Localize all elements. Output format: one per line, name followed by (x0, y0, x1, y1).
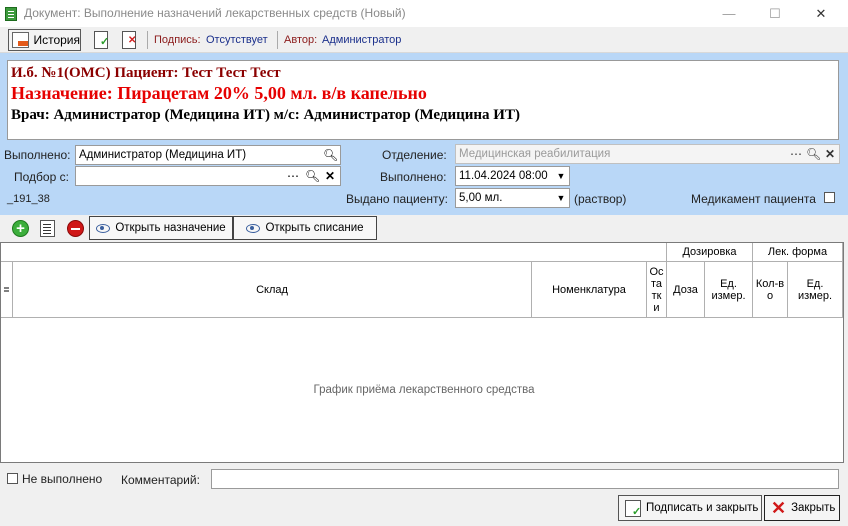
not-done-label: Не выполнено (22, 472, 103, 486)
signature-label: Подпись: (154, 34, 201, 46)
performed-date-field[interactable]: 11.04.2024 08:00 ▼ (455, 166, 570, 186)
not-done-checkbox[interactable] (7, 473, 18, 484)
data-grid[interactable]: Дозировка Лек. форма ≣ Склад Номенклатур… (0, 242, 844, 463)
close-label: Закрыть (791, 502, 836, 514)
remove-icon[interactable] (67, 220, 84, 237)
eye-icon (96, 223, 111, 233)
signature-value: Отсутствует (206, 34, 268, 46)
history-label: История (33, 33, 80, 47)
edit-list-icon[interactable] (40, 220, 55, 237)
grid-header-spacer (1, 243, 667, 262)
performed-date-value: 11.04.2024 08:00 (459, 170, 548, 182)
column-form-unit[interactable]: Ед. измер. (788, 262, 843, 318)
close-button[interactable]: ✕ Закрыть (764, 495, 840, 521)
doctor-nurse-line: Врач: Администратор (Медицина ИТ) м/с: А… (11, 107, 520, 123)
row-selector-icon[interactable]: ≣ (1, 262, 13, 318)
column-remains[interactable]: Ос та тк и (647, 262, 667, 318)
window-title: Документ: Выполнение назначений лекарств… (24, 6, 406, 20)
grid-empty-text: График приёма лекарственного средства (313, 384, 535, 396)
department-value: Медицинская реабилитация (459, 148, 611, 160)
given-unit: (раствор) (574, 192, 627, 206)
group-form-header: Лек. форма (753, 243, 843, 262)
selection-label: Подбор с: (14, 170, 69, 184)
search-icon[interactable]: 🔍︎ (323, 146, 338, 164)
column-dose[interactable]: Доза (667, 262, 705, 318)
performed-by-value: Администратор (Медицина ИТ) (79, 149, 247, 161)
comment-label: Комментарий: (121, 473, 200, 487)
column-nomenclature[interactable]: Номенклатура (532, 262, 647, 318)
search-icon[interactable]: 🔍︎ (806, 145, 821, 163)
history-button[interactable]: История (8, 29, 81, 51)
selection-field[interactable]: ⋯ 🔍︎ ✕ (75, 166, 341, 186)
open-prescription-button[interactable]: Открыть назначение (89, 216, 233, 240)
prescription-line: Назначение: Пирацетам 20% 5,00 мл. в/в к… (11, 83, 427, 103)
open-writeoff-button[interactable]: Открыть списание (233, 216, 377, 240)
column-quantity[interactable]: Кол-в о (753, 262, 788, 318)
clear-icon[interactable]: ✕ (823, 145, 837, 163)
patient-medication-label: Медикамент пациента (691, 192, 816, 206)
eye-icon (246, 223, 261, 233)
ellipsis-icon[interactable]: ⋯ (789, 145, 803, 163)
group-dosage-header: Дозировка (667, 243, 753, 262)
given-label: Выдано пациенту: (346, 192, 448, 206)
maximize-button[interactable]: ☐ (752, 0, 798, 27)
given-value: 5,00 мл. (459, 192, 503, 204)
performed-date-label: Выполнено: (380, 170, 447, 184)
sign-document-icon[interactable] (94, 31, 109, 49)
case-patient-line: И.б. №1(ОМС) Пациент: Тест Тест Тест (11, 65, 281, 81)
author-label: Автор: (284, 34, 318, 46)
open-prescription-label: Открыть назначение (115, 222, 226, 234)
column-dose-unit[interactable]: Ед. измер. (705, 262, 753, 318)
sign-and-close-label: Подписать и закрыть (646, 502, 759, 514)
department-field[interactable]: Медицинская реабилитация ⋯ 🔍︎ ✕ (455, 144, 840, 164)
open-writeoff-label: Открыть списание (265, 222, 364, 234)
comment-field[interactable] (211, 469, 839, 489)
history-icon (12, 32, 30, 48)
toolbar-divider (277, 31, 278, 49)
record-code: _191_38 (7, 193, 50, 205)
search-icon[interactable]: 🔍︎ (305, 167, 320, 185)
patient-header: И.б. №1(ОМС) Пациент: Тест Тест Тест Наз… (7, 60, 839, 140)
department-label: Отделение: (382, 148, 447, 162)
cancel-document-icon[interactable] (122, 31, 136, 49)
toolbar-divider (147, 31, 148, 49)
patient-medication-checkbox[interactable] (824, 192, 835, 203)
sign-and-close-button[interactable]: Подписать и закрыть (618, 495, 762, 521)
close-icon: ✕ (771, 498, 787, 518)
author-value: Администратор (322, 34, 402, 46)
performed-by-field[interactable]: Администратор (Медицина ИТ) 🔍︎ (75, 145, 341, 165)
sign-icon (625, 499, 641, 518)
app-icon (5, 7, 17, 21)
performed-by-label: Выполнено: (4, 148, 71, 162)
ellipsis-icon[interactable]: ⋯ (286, 167, 300, 185)
clear-icon[interactable]: ✕ (323, 167, 337, 185)
add-icon[interactable]: + (12, 220, 29, 237)
column-warehouse[interactable]: Склад (13, 262, 532, 318)
minimize-button[interactable]: — (706, 0, 752, 27)
close-window-button[interactable]: ✕ (798, 0, 844, 27)
chevron-down-icon[interactable]: ▼ (555, 167, 567, 185)
given-field[interactable]: 5,00 мл. ▼ (455, 188, 570, 208)
chevron-down-icon[interactable]: ▼ (555, 189, 567, 207)
